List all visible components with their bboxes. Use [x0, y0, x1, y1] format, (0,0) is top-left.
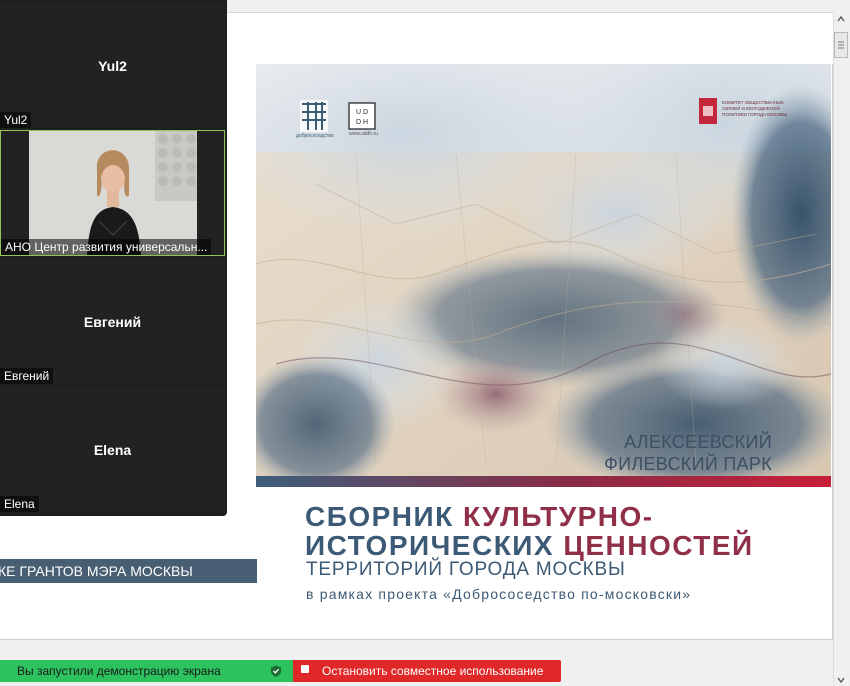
participant-tile-elena[interactable]: Elena Elena — [0, 386, 225, 512]
stop-square-icon — [301, 665, 309, 673]
participant-tile-active-speaker[interactable]: АНО Центр развития универсальн... — [0, 130, 225, 256]
stop-share-label: Остановить совместное использование — [322, 664, 544, 678]
participant-tile-yul2[interactable]: Yul2 Yul2 — [0, 2, 225, 128]
scroll-down-arrow-icon[interactable] — [836, 676, 846, 684]
participant-name: Yul2 — [98, 58, 127, 74]
stop-share-button[interactable]: Остановить совместное использование — [293, 660, 561, 682]
uddh-logo-top: U D — [356, 109, 368, 116]
grip-icon — [838, 41, 844, 49]
participant-label: Elena — [0, 496, 39, 512]
slide-subtitle: ТЕРРИТОРИЙ ГОРОДА МОСКВЫ — [306, 559, 626, 580]
shield-check-icon — [271, 665, 281, 677]
screen-share-status: Вы запустили демонстрацию экрана — [0, 660, 293, 682]
slide-title-line-1: СБОРНИК КУЛЬТУРНО- — [305, 502, 654, 532]
scrollbar-thumb[interactable] — [834, 32, 848, 58]
participant-video-feed — [29, 131, 197, 255]
uddh-logo-bottom: D H — [356, 119, 368, 126]
marble-map-artwork: U D D H — [256, 64, 831, 476]
committee-logo-text: КОМИТЕТ ОБЩЕСТВЕННЫХ СВЯЗЕЙ И МОЛОДЕЖНОЙ… — [722, 100, 788, 117]
scroll-up-arrow-icon[interactable] — [836, 14, 846, 24]
share-status-text: Вы запустили демонстрацию экрана — [17, 664, 221, 678]
title-word-cennostey: ЦЕННОСТЕЙ — [563, 530, 754, 561]
slide-color-band — [256, 476, 831, 487]
logo-uddh-caption: www.uddh.ru — [349, 131, 378, 137]
logo-dobrososedstvo-caption: добрососедство — [296, 133, 334, 139]
park-title-line-2: ФИЛЕВСКИЙ ПАРК — [604, 454, 772, 474]
participant-name: Elena — [93, 442, 132, 458]
vertical-scrollbar[interactable] — [833, 12, 850, 686]
grant-banner-text: КЕ ГРАНТОВ МЭРА МОСКВЫ — [0, 563, 193, 579]
park-title: АЛЕКСЕЕВСКИЙ ФИЛЕВСКИЙ ПАРК — [560, 431, 772, 475]
park-title-line-1: АЛЕКСЕЕВСКИЙ — [624, 432, 772, 452]
title-word-kulturno: КУЛЬТУРНО- — [463, 501, 654, 532]
participant-name: Евгений — [83, 314, 142, 330]
participant-label: АНО Центр развития универсальн... — [1, 239, 212, 255]
slide-title-line-2: ИСТОРИЧЕСКИХ ЦЕННОСТЕЙ — [305, 531, 754, 561]
grant-banner: КЕ ГРАНТОВ МЭРА МОСКВЫ — [0, 559, 257, 583]
video-gallery-panel[interactable]: Yul2 Yul2 АНО Центр развития универсальн… — [0, 0, 227, 516]
participant-label: Евгений — [0, 368, 54, 384]
participant-tile-evgeniy[interactable]: Евгений Евгений — [0, 258, 225, 384]
participant-label: Yul2 — [0, 112, 32, 128]
slide-project-line: в рамках проекта «Добрососедство по-моск… — [306, 586, 692, 602]
title-word-istoricheskih: ИСТОРИЧЕСКИХ — [305, 530, 564, 561]
title-word-sbornik: СБОРНИК — [305, 501, 464, 532]
